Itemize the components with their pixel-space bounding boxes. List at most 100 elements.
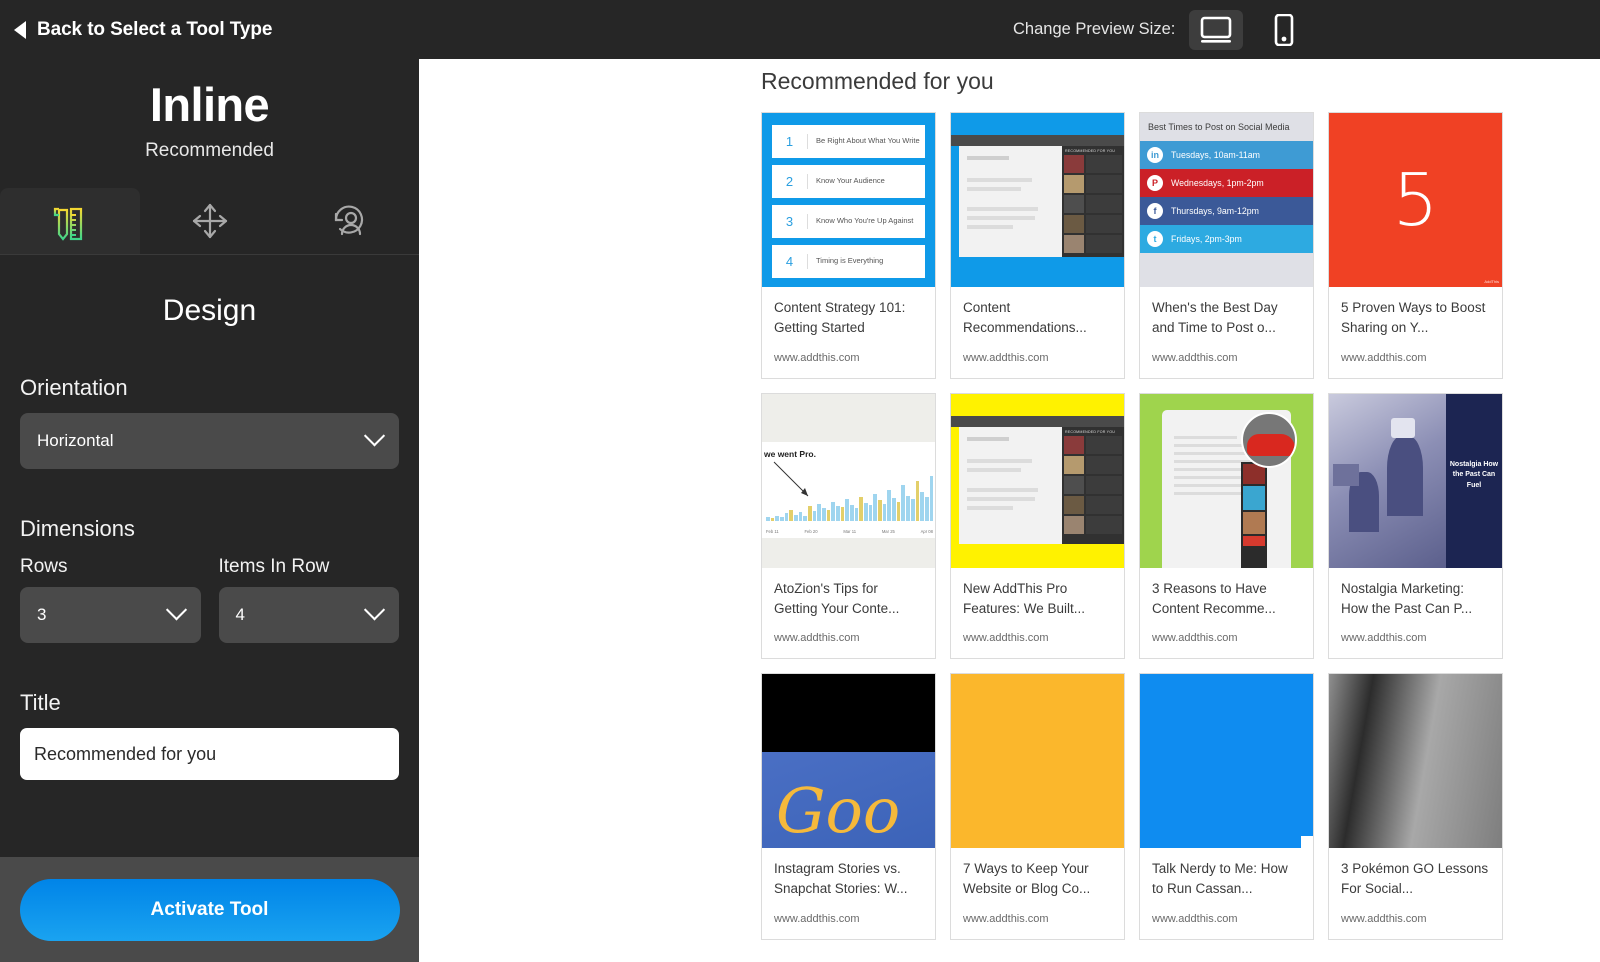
thumb-heading: Best Times to Post on Social Media [1148, 122, 1290, 132]
addthis-watermark-icon: AddThis [1484, 279, 1499, 284]
user-refresh-icon [335, 205, 364, 236]
card-source: www.addthis.com [1152, 912, 1238, 925]
card-title: 3 Reasons to Have Content Recomme... [1152, 580, 1276, 616]
tab-audience[interactable] [279, 188, 419, 254]
items-in-row-select[interactable]: 4 [218, 587, 399, 643]
recommendation-card[interactable]: Best Times to Post on Social Media in Tu… [1139, 112, 1314, 379]
card-title: 3 Pokémon GO Lessons For Social... [1341, 861, 1489, 897]
card-title: Content Recommendations... [963, 300, 1087, 336]
preview-heading: Recommended for you [761, 68, 994, 94]
recommendation-card[interactable]: 7 Ways to Keep Your Website or Blog Co..… [950, 673, 1125, 940]
tab-placement[interactable] [140, 188, 280, 254]
corner-fold-icon [1301, 836, 1313, 848]
card-body: 7 Ways to Keep Your Website or Blog Co..… [951, 848, 1124, 939]
sidebar-tabs [0, 188, 419, 255]
rows-select[interactable]: 3 [20, 587, 201, 643]
recommendation-card[interactable]: 1 Be Right About What You Write 2 Know You… [761, 112, 936, 379]
card-thumbnail: we went Pro. Feb 11 Feb 20 Mar 11 Mar 25… [762, 393, 935, 568]
overlay-text: Goo [776, 774, 901, 847]
best-time-text: Thursdays, 9am-12pm [1171, 206, 1260, 216]
recommendation-card[interactable]: RECOMMENDED FOR YOU New AddThis Pro Feat… [950, 392, 1125, 659]
mobile-phone-icon [1275, 13, 1294, 46]
recommendation-rail: RECOMMENDED FOR YOU [1062, 146, 1124, 257]
numbered-list-icon: 1 Be Right About What You Write 2 Know You… [772, 125, 925, 285]
best-time-text: Wednesdays, 1pm-2pm [1171, 178, 1264, 188]
card-thumbnail: 1 Be Right About What You Write 2 Know You… [762, 113, 935, 287]
list-text: Know Your Audience [816, 176, 885, 186]
tab-design[interactable] [0, 188, 140, 254]
design-panel: Design Orientation Horizontal Dimensions… [0, 255, 419, 955]
recommendation-card[interactable]: 5 AddThis 5 Proven Ways to Boost Sharing… [1328, 112, 1503, 379]
card-body: Talk Nerdy to Me: How to Run Cassan... w… [1140, 848, 1313, 939]
axis-tick: Feb 20 [804, 528, 818, 534]
yellow-band-top [951, 393, 1124, 416]
title-input[interactable] [20, 728, 399, 780]
car-photo-icon [1241, 411, 1297, 468]
blue-photo-half: Goo [762, 752, 935, 848]
card-title: 7 Ways to Keep Your Website or Blog Co..… [963, 861, 1091, 897]
recommendation-card[interactable]: Nostalgia How the Past Can Fuel Nostalgi… [1328, 392, 1503, 659]
card-title: New AddThis Pro Features: We Built... [963, 580, 1086, 616]
card-source: www.addthis.com [774, 351, 860, 364]
preview-size-controls: Change Preview Size: [1013, 0, 1311, 59]
recommendation-card[interactable]: RECOMMENDED FOR YOU Content Recommendati… [950, 112, 1125, 379]
configurator-sidebar: Inline Recommended Design Orientation Ho… [0, 59, 419, 962]
linkedin-icon: in [1147, 147, 1163, 163]
rail-heading: RECOMMENDED FOR YOU [1065, 429, 1116, 434]
list-number: 1 [772, 134, 808, 149]
card-body: 5 Proven Ways to Boost Sharing on Y... w… [1329, 287, 1502, 378]
recommendation-card[interactable]: Talk Nerdy to Me: How to Run Cassan... w… [1139, 673, 1314, 940]
recommendation-card[interactable]: 3 Reasons to Have Content Recomme... www… [1139, 392, 1314, 659]
tool-configurator-app: Back to Select a Tool Type Change Previe… [0, 0, 1600, 962]
card-thumbnail: Nostalgia How the Past Can Fuel [1329, 393, 1502, 568]
vintage-photo [1329, 393, 1447, 568]
panel-title: Design [162, 294, 257, 327]
card-source: www.addthis.com [1152, 632, 1238, 644]
list-text: Timing is Everything [816, 256, 884, 266]
tool-recommended-badge: Recommended [145, 140, 274, 161]
pencil-ruler-icon [53, 207, 82, 241]
chevron-down-icon [363, 424, 386, 446]
facebook-icon: f [1147, 203, 1163, 219]
recommendation-card[interactable]: we went Pro. Feb 11 Feb 20 Mar 11 Mar 25… [761, 392, 936, 659]
back-link-label: Back to Select a Tool Type [37, 18, 273, 40]
card-thumbnail [1140, 393, 1313, 568]
sidebar-footer: Activate Tool [0, 857, 419, 962]
axis-tick: Mar 25 [881, 528, 895, 534]
card-body: Content Recommendations... www.addthis.c… [951, 287, 1124, 378]
rows-value: 3 [37, 605, 47, 624]
top-bar: Back to Select a Tool Type Change Previe… [0, 0, 1600, 59]
title-panel: Nostalgia How the Past Can Fuel [1446, 393, 1502, 568]
back-to-tool-type-link[interactable]: Back to Select a Tool Type [14, 19, 272, 41]
preview-pane: Recommended for you 1 Be Right About What… [419, 59, 1600, 962]
best-time-row: f Thursdays, 9am-12pm [1140, 197, 1313, 225]
card-title: Talk Nerdy to Me: How to Run Cassan... [1152, 861, 1288, 897]
recommendation-grid: 1 Be Right About What You Write 2 Know You… [761, 112, 1503, 940]
card-source: www.addthis.com [1341, 632, 1427, 644]
best-time-row: P Wednesdays, 1pm-2pm [1140, 169, 1313, 197]
thumb-big-number: 5 [1392, 158, 1439, 242]
orientation-select[interactable]: Horizontal [20, 413, 399, 469]
mobile-preview-button[interactable] [1257, 10, 1311, 50]
rail-heading: RECOMMENDED FOR YOU [1065, 149, 1116, 153]
card-source: www.addthis.com [774, 912, 860, 925]
best-time-row: t Fridays, 2pm-3pm [1140, 225, 1313, 253]
browser-page: RECOMMENDED FOR YOU [959, 146, 1124, 257]
chart-annotation: we went Pro. [764, 448, 816, 459]
card-source: www.addthis.com [1152, 351, 1238, 364]
rows-field: Rows 3 [20, 556, 201, 643]
recommendation-card[interactable]: 3 Pokémon GO Lessons For Social... www.a… [1328, 673, 1503, 940]
preview-size-label: Change Preview Size: [1013, 20, 1176, 38]
browser-page: RECOMMENDED FOR YOU [959, 426, 1124, 544]
activate-tool-button[interactable]: Activate Tool [19, 878, 400, 941]
desktop-preview-button[interactable] [1189, 9, 1244, 50]
orientation-value: Horizontal [37, 431, 114, 450]
recommendation-card[interactable]: Goo Instagram Stories vs. Snapchat Stori… [761, 673, 936, 940]
tool-name: Inline [149, 78, 270, 131]
card-thumbnail [951, 674, 1124, 848]
card-source: www.addthis.com [1341, 351, 1427, 364]
move-arrows-icon [192, 203, 227, 239]
browser-chrome-icon [951, 415, 1124, 427]
card-title: Nostalgia Marketing: How the Past Can P.… [1341, 580, 1473, 616]
items-in-row-label: Items In Row [218, 556, 330, 577]
